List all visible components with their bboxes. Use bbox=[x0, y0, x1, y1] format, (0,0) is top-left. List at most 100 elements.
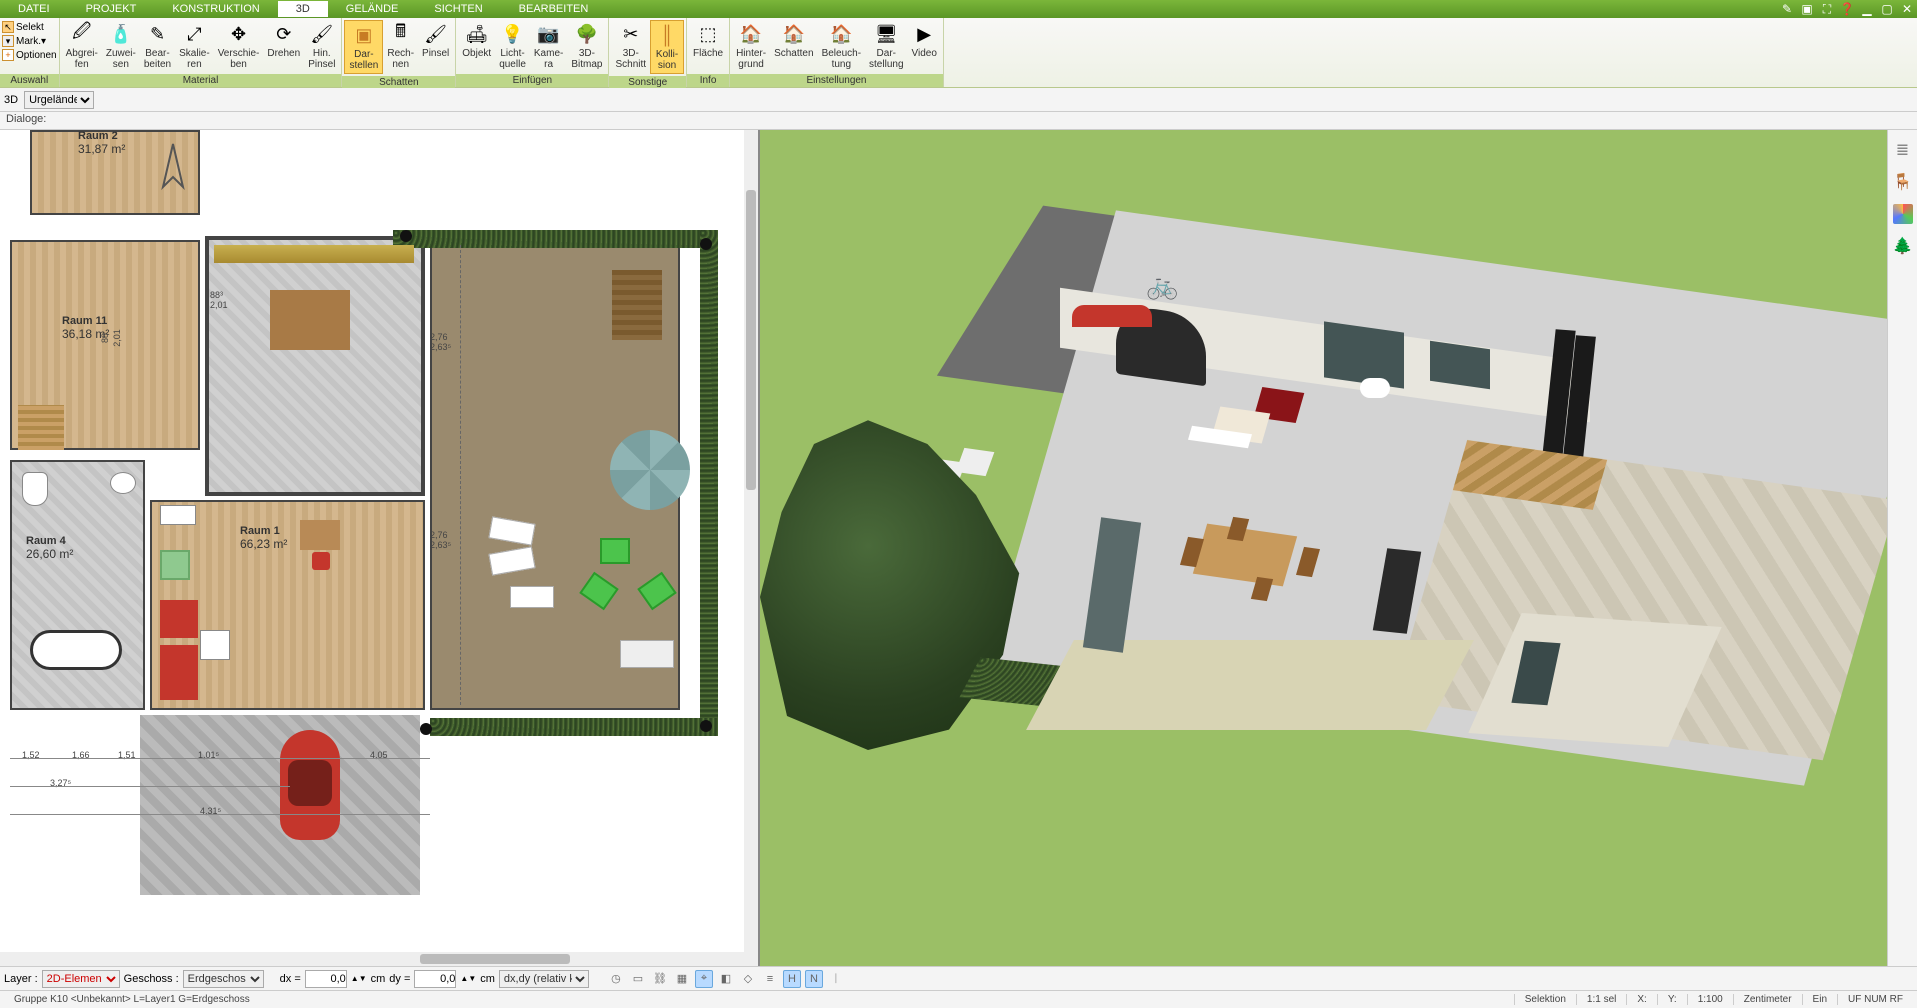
post-icon bbox=[700, 238, 712, 250]
bearbeiten-button[interactable]: ✎Bear- beiten bbox=[140, 20, 175, 72]
desk-chair-icon bbox=[312, 552, 330, 570]
screen-icon[interactable]: ▭ bbox=[629, 970, 647, 988]
hintergrund-button[interactable]: 🏠Hinter- grund bbox=[732, 20, 770, 72]
help-icon[interactable]: ❓ bbox=[1839, 1, 1855, 17]
minimize-icon[interactable]: ▁ bbox=[1859, 1, 1875, 17]
tab-3d[interactable]: 3D bbox=[278, 1, 328, 17]
status-bar: Gruppe K10 <Unbekannt> L=Layer1 G=Erdges… bbox=[0, 990, 1917, 1008]
lightbulb-icon: 💡 bbox=[501, 22, 525, 46]
optionen-button[interactable]: +Optionen bbox=[2, 49, 57, 61]
bitmap-button[interactable]: 🌳3D- Bitmap bbox=[567, 20, 606, 72]
verschieben-button[interactable]: ✥Verschie- ben bbox=[214, 20, 264, 72]
layers-icon[interactable]: ≣ bbox=[1893, 140, 1913, 160]
darstellung-button[interactable]: 🖥Dar- stellung bbox=[865, 20, 907, 72]
schnitt-button[interactable]: ✂3D- Schnitt bbox=[611, 20, 650, 74]
hedge-bottom bbox=[430, 718, 718, 736]
close-icon[interactable]: ✕ bbox=[1899, 1, 1915, 17]
window-icon[interactable]: ▣ bbox=[1799, 1, 1815, 17]
diamond-icon[interactable]: ◇ bbox=[739, 970, 757, 988]
darstellen-button[interactable]: ▣Dar- stellen bbox=[344, 20, 383, 74]
caret-icon[interactable]: ᛁ bbox=[827, 970, 845, 988]
hinpinsel-button[interactable]: 🖌Hin. Pinsel bbox=[304, 20, 339, 72]
ribbon: ↖Selekt ▾Mark. ▾ +Optionen Auswahl 🖉Abgr… bbox=[0, 18, 1917, 88]
settings2-icon[interactable]: ⛶ bbox=[1819, 1, 1835, 17]
move-icon: ✥ bbox=[227, 22, 251, 46]
group-label-auswahl: Auswahl bbox=[0, 74, 59, 87]
flaeche-button[interactable]: ⬚Fläche bbox=[689, 20, 727, 72]
clock-icon[interactable]: ◷ bbox=[607, 970, 625, 988]
bearbeiten-label: Bear- beiten bbox=[144, 48, 171, 70]
side-panel: ≣ 🪑 🌲 bbox=[1887, 130, 1917, 966]
layer-preset-select[interactable]: Urgelände bbox=[24, 91, 94, 109]
hintergrund-label: Hinter- grund bbox=[736, 48, 766, 70]
view-3d[interactable]: 🚲 bbox=[760, 130, 1887, 966]
selekt-button[interactable]: ↖Selekt bbox=[2, 21, 57, 33]
tab-konstruktion[interactable]: KONSTRUKTION bbox=[154, 1, 277, 17]
maximize-icon[interactable]: ▢ bbox=[1879, 1, 1895, 17]
drehen-button[interactable]: ⟳Drehen bbox=[263, 20, 304, 72]
display-icon: 🖥 bbox=[874, 22, 898, 46]
brush2-icon: 🖌 bbox=[424, 22, 448, 46]
dy-input[interactable] bbox=[414, 970, 456, 988]
post-icon bbox=[400, 230, 412, 242]
layers2-icon[interactable]: ◧ bbox=[717, 970, 735, 988]
dx-input[interactable] bbox=[305, 970, 347, 988]
hedge-right bbox=[700, 230, 718, 730]
appliance-icon bbox=[160, 505, 196, 525]
zuweisen-label: Zuwei- sen bbox=[106, 48, 136, 70]
scrollbar-vertical[interactable] bbox=[744, 130, 758, 952]
skalieren-button[interactable]: ⤢Skalie- ren bbox=[175, 20, 214, 72]
lichtquelle-label: Licht- quelle bbox=[499, 48, 526, 70]
kollision-button[interactable]: ║Kolli- sion bbox=[650, 20, 684, 74]
tree2-icon[interactable]: 🌲 bbox=[1893, 236, 1913, 256]
tab-bearbeiten[interactable]: BEARBEITEN bbox=[501, 1, 607, 17]
toggle-h-icon[interactable]: H bbox=[783, 970, 801, 988]
lines-icon[interactable]: ≡ bbox=[761, 970, 779, 988]
pinsel-button[interactable]: 🖌Pinsel bbox=[418, 20, 453, 74]
car-icon bbox=[280, 730, 340, 840]
beleuchtung-button[interactable]: 🏠Beleuch- tung bbox=[818, 20, 865, 72]
lichtquelle-button[interactable]: 💡Licht- quelle bbox=[495, 20, 530, 72]
unit-cm2: cm bbox=[480, 973, 495, 985]
link-icon[interactable]: ⛓ bbox=[651, 970, 669, 988]
front-wall bbox=[1026, 640, 1474, 730]
grid-icon[interactable]: ▦ bbox=[673, 970, 691, 988]
kamera-button[interactable]: 📷Kame- ra bbox=[530, 20, 567, 72]
mark-button[interactable]: ▾Mark. ▾ bbox=[2, 35, 57, 47]
dim-label: 2,01 bbox=[210, 300, 228, 310]
tub-3d-icon bbox=[1360, 378, 1390, 398]
coffee-table-icon bbox=[200, 630, 230, 660]
darstellen-label: Dar- stellen bbox=[349, 49, 378, 71]
abgreifen-button[interactable]: 🖉Abgrei- fen bbox=[62, 20, 102, 72]
status-group: Gruppe K10 <Unbekannt> L=Layer1 G=Erdges… bbox=[4, 994, 260, 1005]
schatten2-button[interactable]: 🏠Schatten bbox=[770, 20, 817, 72]
scrollbar-horizontal[interactable] bbox=[0, 952, 758, 966]
status-x: X: bbox=[1626, 994, 1656, 1005]
dim-label: 88³ bbox=[210, 290, 223, 300]
tab-sichten[interactable]: SICHTEN bbox=[416, 1, 500, 17]
objekt-button[interactable]: 🛋Objekt bbox=[458, 20, 495, 72]
palette-icon[interactable] bbox=[1893, 204, 1913, 224]
view-2d-floorplan[interactable]: Raum 231,87 m² Raum 1136,18 m² Raum 345,… bbox=[0, 130, 760, 966]
optionen-label: Optionen bbox=[16, 50, 57, 61]
video-button[interactable]: ▶Video bbox=[908, 20, 941, 72]
room-label-raum4: Raum 426,60 m² bbox=[26, 535, 73, 561]
menu-bar: DATEI PROJEKT KONSTRUKTION 3D GELÄNDE SI… bbox=[0, 0, 1917, 18]
snap-icon[interactable]: ⌖ bbox=[695, 970, 713, 988]
group-label-einstellungen: Einstellungen bbox=[730, 74, 943, 87]
layer-label: Layer : bbox=[4, 973, 38, 985]
rechnen-button[interactable]: 🖩Rech- nen bbox=[383, 20, 418, 74]
mode-select[interactable]: dx,dy (relativ ka bbox=[499, 970, 589, 988]
tab-gelaende[interactable]: GELÄNDE bbox=[328, 1, 417, 17]
geschoss-select[interactable]: Erdgeschos bbox=[183, 970, 264, 988]
furniture-icon[interactable]: 🪑 bbox=[1893, 172, 1913, 192]
tab-projekt[interactable]: PROJEKT bbox=[68, 1, 155, 17]
dim-line bbox=[10, 758, 430, 759]
layer-select[interactable]: 2D-Elemen bbox=[42, 970, 120, 988]
rotate-icon: ⟳ bbox=[272, 22, 296, 46]
tab-datei[interactable]: DATEI bbox=[0, 1, 68, 17]
toggle-n-icon[interactable]: N bbox=[805, 970, 823, 988]
pencil-icon[interactable]: ✎ bbox=[1779, 1, 1795, 17]
bottom-toolbar: Layer : 2D-Elemen Geschoss : Erdgeschos … bbox=[0, 966, 1917, 990]
zuweisen-button[interactable]: 🧴Zuwei- sen bbox=[102, 20, 140, 72]
